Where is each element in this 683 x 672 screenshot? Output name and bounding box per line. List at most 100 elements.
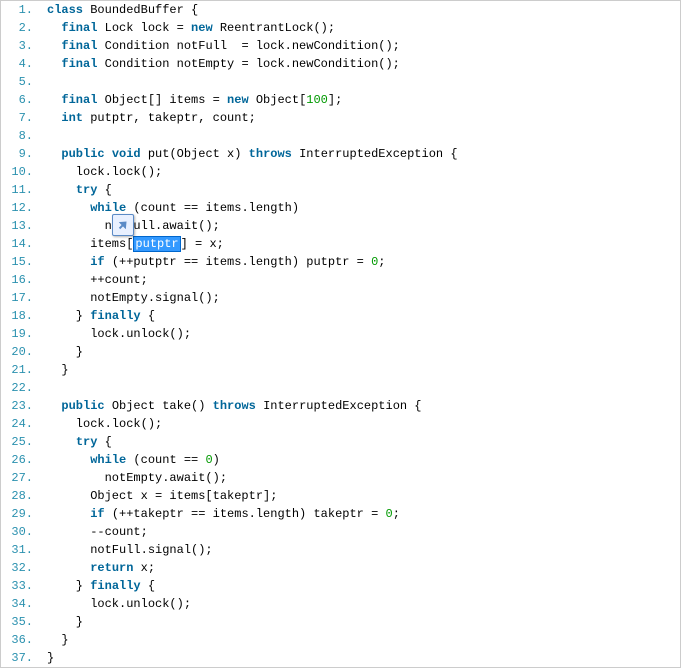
keyword-token: final [61, 39, 97, 53]
code-content[interactable]: try { [39, 433, 680, 451]
text-token [47, 399, 61, 413]
keyword-token: int [61, 111, 83, 125]
code-content[interactable]: lock.lock(); [39, 163, 680, 181]
code-content[interactable]: while (count == items.length) [39, 199, 680, 217]
line-number: 6. [1, 91, 39, 109]
text-token [47, 255, 90, 269]
code-line: 4. final Condition notEmpty = lock.newCo… [1, 55, 680, 73]
line-number: 24. [1, 415, 39, 433]
text-token [105, 147, 112, 161]
code-content[interactable]: try { [39, 181, 680, 199]
text-token: (count == [126, 453, 205, 467]
code-line: 24. lock.lock(); [1, 415, 680, 433]
line-number: 20. [1, 343, 39, 361]
line-number: 29. [1, 505, 39, 523]
code-content[interactable]: ++count; [39, 271, 680, 289]
text-token: ] = x; [181, 237, 224, 251]
line-number: 32. [1, 559, 39, 577]
text-token: items[ [47, 237, 133, 251]
text-token [47, 453, 90, 467]
code-content[interactable]: final Condition notEmpty = lock.newCondi… [39, 55, 680, 73]
keyword-token: public [61, 399, 104, 413]
code-content[interactable] [39, 127, 680, 145]
text-token: { [141, 579, 155, 593]
code-line: 35. } [1, 613, 680, 631]
code-line: 2. final Lock lock = new ReentrantLock()… [1, 19, 680, 37]
line-number: 27. [1, 469, 39, 487]
text-token: } [47, 363, 69, 377]
text-token: (++putptr == items.length) putptr = [105, 255, 371, 269]
text-token: ]; [328, 93, 342, 107]
code-content[interactable]: } [39, 361, 680, 379]
code-content[interactable]: --count; [39, 523, 680, 541]
line-number: 10. [1, 163, 39, 181]
text-token: notEmpty.await(); [47, 471, 227, 485]
code-content[interactable]: class BoundedBuffer { [39, 1, 680, 19]
code-content[interactable]: if (++putptr == items.length) putptr = 0… [39, 253, 680, 271]
code-line: 22. [1, 379, 680, 397]
line-number: 23. [1, 397, 39, 415]
code-content[interactable]: notEmpty.signal(); [39, 289, 680, 307]
code-content[interactable]: lock.unlock(); [39, 595, 680, 613]
code-content[interactable]: lock.unlock(); [39, 325, 680, 343]
text-token: { [97, 435, 111, 449]
code-content[interactable]: public void put(Object x) throws Interru… [39, 145, 680, 163]
text-token: put(Object x) [141, 147, 249, 161]
code-content[interactable]: while (count == 0) [39, 451, 680, 469]
line-number: 3. [1, 37, 39, 55]
code-content[interactable] [39, 379, 680, 397]
keyword-token: new [191, 21, 213, 35]
line-number: 8. [1, 127, 39, 145]
code-content[interactable]: lock.lock(); [39, 415, 680, 433]
line-number: 13. [1, 217, 39, 235]
text-token: putptr, takeptr, count; [83, 111, 256, 125]
code-line: 30. --count; [1, 523, 680, 541]
code-content[interactable]: notEmpty.await(); [39, 469, 680, 487]
code-content[interactable]: final Lock lock = new ReentrantLock(); [39, 19, 680, 37]
text-token [47, 201, 90, 215]
code-content[interactable] [39, 73, 680, 91]
text-token: Condition notEmpty = lock.newCondition()… [97, 57, 399, 71]
code-content[interactable]: } [39, 343, 680, 361]
text-token: lock.lock(); [47, 417, 162, 431]
code-line: 20. } [1, 343, 680, 361]
code-content[interactable]: notFull.signal(); [39, 541, 680, 559]
keyword-token: finally [90, 309, 140, 323]
code-line: 11. try { [1, 181, 680, 199]
line-number: 35. [1, 613, 39, 631]
code-line: 29. if (++takeptr == items.length) takep… [1, 505, 680, 523]
text-token: lock.lock(); [47, 165, 162, 179]
code-content[interactable]: items[putptr] = x; [39, 235, 680, 253]
text-token: } [47, 651, 54, 665]
line-number: 30. [1, 523, 39, 541]
code-line: 10. lock.lock(); [1, 163, 680, 181]
code-content[interactable]: } [39, 631, 680, 649]
code-line: 27. notEmpty.await(); [1, 469, 680, 487]
code-content[interactable]: } finally { [39, 307, 680, 325]
code-line: 9. public void put(Object x) throws Inte… [1, 145, 680, 163]
code-line: 8. [1, 127, 680, 145]
text-token: (count == items.length) [126, 201, 299, 215]
text-token: } [47, 633, 69, 647]
code-line: 12. while (count == items.length) [1, 199, 680, 217]
code-content[interactable]: final Object[] items = new Object[100]; [39, 91, 680, 109]
code-content[interactable]: if (++takeptr == items.length) takeptr =… [39, 505, 680, 523]
code-content[interactable]: } [39, 649, 680, 667]
code-content[interactable]: final Condition notFull = lock.newCondit… [39, 37, 680, 55]
code-line: 37.} [1, 649, 680, 667]
code-content[interactable]: Object x = items[takeptr]; [39, 487, 680, 505]
code-line: 18. } finally { [1, 307, 680, 325]
text-token: } [47, 615, 83, 629]
line-number: 33. [1, 577, 39, 595]
code-content[interactable]: notFull.await(); [39, 217, 680, 235]
code-content[interactable]: int putptr, takeptr, count; [39, 109, 680, 127]
code-line: 33. } finally { [1, 577, 680, 595]
selected-token: putptr [133, 236, 180, 252]
code-content[interactable]: public Object take() throws InterruptedE… [39, 397, 680, 415]
text-token [47, 561, 90, 575]
code-content[interactable]: } finally { [39, 577, 680, 595]
text-token: --count; [47, 525, 148, 539]
line-number: 21. [1, 361, 39, 379]
code-content[interactable]: return x; [39, 559, 680, 577]
code-content[interactable]: } [39, 613, 680, 631]
